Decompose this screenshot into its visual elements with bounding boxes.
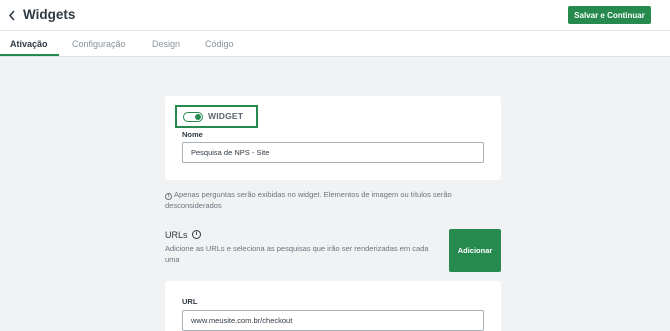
info-icon: i [165, 193, 172, 200]
urls-description: Adicione as URLs e seleciona as pesquisa… [165, 244, 429, 264]
toggle-knob [195, 114, 201, 120]
top-header: Widgets Salvar e Continuar [0, 0, 670, 31]
add-url-button[interactable]: Adicionar [449, 229, 501, 272]
back-button[interactable] [4, 4, 20, 26]
url-label: URL [182, 297, 198, 306]
page-title: Widgets [23, 7, 76, 22]
widget-card: WIDGET Nome [165, 96, 501, 180]
save-continue-button[interactable]: Salvar e Continuar [568, 6, 651, 24]
tab-ativacao[interactable]: Ativação [10, 39, 48, 49]
tab-design[interactable]: Design [152, 39, 180, 49]
tab-bar: Ativação Configuração Design Código [0, 31, 670, 57]
name-label: Nome [182, 130, 203, 139]
active-tab-indicator [0, 54, 59, 56]
widget-toggle-label: WIDGET [208, 111, 244, 121]
widget-toggle-switch[interactable] [183, 112, 203, 122]
info-notice-text: Apenas perguntas serão exibidas no widge… [165, 190, 452, 210]
tab-configuracao[interactable]: Configuração [72, 39, 126, 49]
urls-title: URLs [165, 230, 188, 240]
url-input[interactable] [182, 310, 484, 331]
name-input[interactable] [182, 142, 484, 163]
url-card: URL [165, 281, 501, 331]
info-icon[interactable]: i [192, 230, 201, 239]
widget-toggle-highlight: WIDGET [175, 105, 258, 128]
chevron-left-icon [8, 9, 15, 21]
info-notice: i Apenas perguntas serão exibidas no widg… [165, 189, 485, 211]
tab-codigo[interactable]: Código [205, 39, 234, 49]
